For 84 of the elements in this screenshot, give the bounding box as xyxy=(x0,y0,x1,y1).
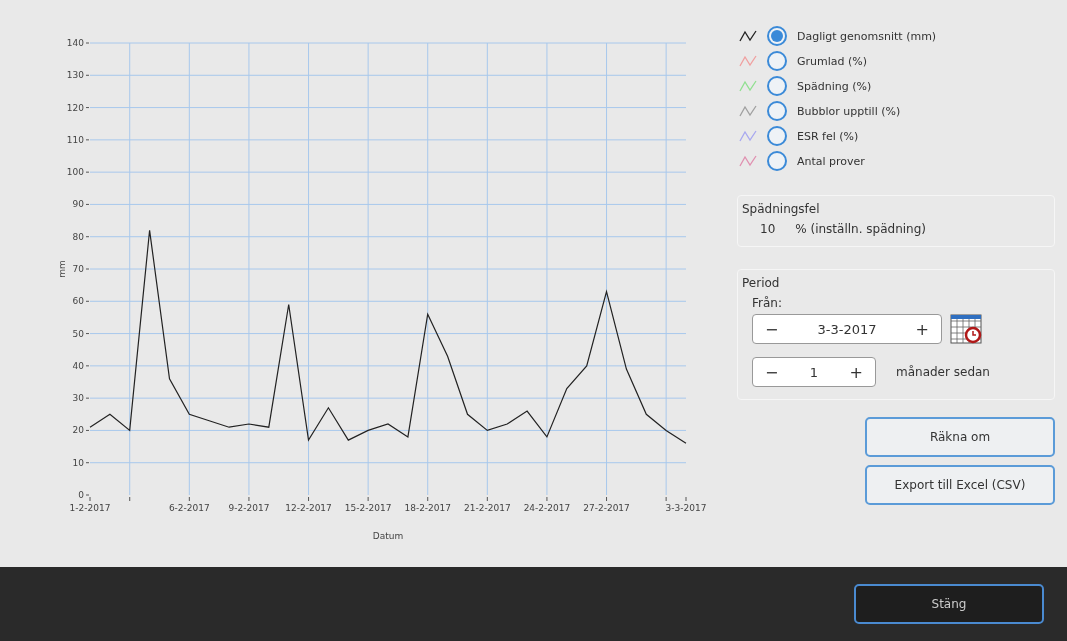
y-tick xyxy=(85,139,90,141)
y-tick xyxy=(85,171,90,173)
x-tick xyxy=(308,496,310,502)
radio-button[interactable] xyxy=(767,26,787,46)
increment-button[interactable]: + xyxy=(845,362,867,382)
increment-button[interactable]: + xyxy=(911,319,933,339)
x-tick xyxy=(546,496,548,502)
close-button[interactable]: Stäng xyxy=(854,584,1044,624)
y-tick-label: 0 xyxy=(78,490,84,500)
y-tick-label: 40 xyxy=(72,360,84,371)
y-tick xyxy=(85,333,90,335)
y-tick-label: 120 xyxy=(66,102,84,113)
field-label: månader sedan xyxy=(896,365,990,379)
x-tick-label: 9-2-2017 xyxy=(228,503,270,513)
y-tick xyxy=(85,429,90,431)
x-tick-label: 18-2-2017 xyxy=(404,503,451,513)
x-tick xyxy=(89,496,91,502)
x-tick-label: 12-2-2017 xyxy=(285,503,332,513)
x-tick xyxy=(685,496,687,502)
x-tick-label: 21-2-2017 xyxy=(464,503,511,513)
spin-value: 1 xyxy=(809,364,819,380)
spin-value: 3-3-2017 xyxy=(817,321,877,337)
y-tick-label: 70 xyxy=(72,264,84,274)
x-tick-label: 15-2-2017 xyxy=(344,503,392,513)
x-tick xyxy=(486,496,488,502)
x-tick xyxy=(367,496,369,502)
x-tick xyxy=(665,496,667,502)
x-axis-label: Datum xyxy=(372,531,404,541)
x-tick-label: 27-2-2017 xyxy=(583,503,630,513)
radio-button[interactable] xyxy=(767,126,787,146)
field-label: Från: xyxy=(752,296,783,310)
series-label: Bubblor upptill (%) xyxy=(797,104,901,118)
y-tick-label: 50 xyxy=(72,328,84,339)
y-tick xyxy=(85,74,90,76)
series-label: Spädning (%) xyxy=(797,79,872,93)
x-tick-label: 6-2-2017 xyxy=(168,503,210,513)
series-label: Antal prover xyxy=(797,154,865,168)
spin-field[interactable]: − 3-3-2017 + xyxy=(752,314,942,344)
calendar-icon[interactable] xyxy=(950,313,982,345)
y-tick xyxy=(85,494,90,496)
radio-button[interactable] xyxy=(767,101,787,121)
group-title: Period xyxy=(742,276,780,290)
radio-button[interactable] xyxy=(767,51,787,71)
y-tick-label: 10 xyxy=(72,457,84,468)
y-tick xyxy=(85,397,90,399)
y-tick-label: 130 xyxy=(66,70,84,81)
series-label: Grumlad (%) xyxy=(797,54,868,68)
y-tick-label: 110 xyxy=(66,134,84,145)
y-tick-label: 20 xyxy=(72,425,84,436)
radio-button[interactable] xyxy=(767,76,787,96)
y-tick-label: 30 xyxy=(72,393,84,404)
y-tick-label: 100 xyxy=(66,167,84,178)
y-tick-label: 80 xyxy=(72,231,84,242)
action-button[interactable]: Export till Excel (CSV) xyxy=(865,465,1055,505)
action-button[interactable]: Räkna om xyxy=(865,417,1055,457)
x-tick xyxy=(188,496,190,502)
group-title: Spädningsfel xyxy=(742,202,820,216)
y-tick xyxy=(85,203,90,205)
x-tick xyxy=(129,496,131,502)
x-tick xyxy=(248,496,250,502)
y-tick xyxy=(85,236,90,238)
value-text: 10 xyxy=(760,222,776,236)
y-tick xyxy=(85,365,90,367)
y-tick-label: 90 xyxy=(72,199,84,210)
y-tick-label: 140 xyxy=(66,38,84,48)
x-tick-label: 24-2-2017 xyxy=(523,503,571,513)
x-tick-label: 1-2-2017 xyxy=(69,503,111,513)
x-tick-label: 3-3-2017 xyxy=(665,503,707,513)
series-label: ESR fel (%) xyxy=(797,129,859,143)
series-label: Dagligt genomsnitt (mm) xyxy=(797,29,937,43)
decrement-button[interactable]: − xyxy=(761,362,783,382)
y-tick-label: 60 xyxy=(72,296,84,307)
y-tick xyxy=(85,107,90,109)
y-tick xyxy=(85,462,90,464)
unit-text: % (inställn. spädning) xyxy=(795,222,926,236)
x-tick xyxy=(606,496,608,502)
y-axis-label: mm xyxy=(57,260,67,278)
decrement-button[interactable]: − xyxy=(761,319,783,339)
spin-field[interactable]: − 1 + xyxy=(752,357,876,387)
y-tick xyxy=(85,268,90,270)
y-tick xyxy=(85,300,90,302)
x-tick xyxy=(427,496,429,502)
radio-button[interactable] xyxy=(767,151,787,171)
y-tick xyxy=(85,42,90,44)
